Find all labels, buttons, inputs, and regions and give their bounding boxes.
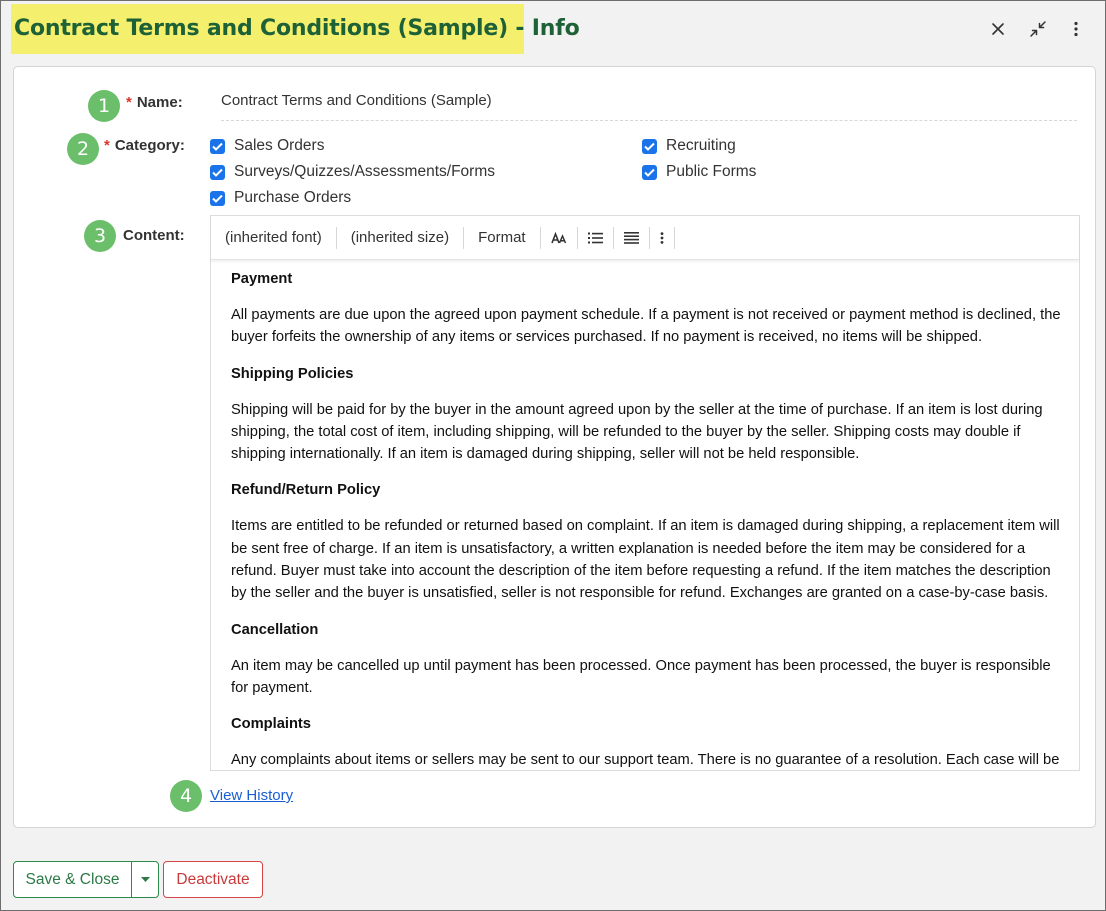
section-body: Items are entitled to be refunded or ret… (231, 518, 1060, 602)
editor-toolbar: (inherited font) (inherited size) Format (211, 216, 1079, 260)
required-mark: * (126, 94, 132, 111)
section-heading: Refund/Return Policy (231, 482, 381, 499)
section-body: Any complaints about items or sellers ma… (231, 752, 1060, 769)
step-badge-2: 2 (67, 133, 99, 165)
info-panel: 1 * Name: Contract Terms and Conditions (… (13, 66, 1096, 828)
more-vertical-icon (660, 231, 664, 244)
checkbox-label: Purchase Orders (234, 189, 352, 206)
rich-text-editor[interactable]: (inherited font) (inherited size) Format (210, 215, 1080, 771)
caret-down-icon (140, 877, 150, 882)
align-justify-icon (623, 231, 639, 244)
step-badge-4: 4 (170, 780, 202, 812)
checkbox-label: Recruiting (666, 137, 736, 154)
collapse-button[interactable] (1025, 16, 1051, 42)
save-close-split-button: Save & Close (13, 861, 159, 898)
category-checkbox-purchase-orders[interactable]: Purchase Orders (210, 189, 351, 207)
section-heading: Complaints (231, 716, 311, 733)
view-history-link[interactable]: View History (210, 787, 293, 804)
section-body: All payments are due upon the agreed upo… (231, 307, 1061, 346)
text-case-button[interactable] (541, 227, 577, 249)
section-heading: Shipping Policies (231, 365, 354, 382)
more-tools-button[interactable] (650, 227, 674, 249)
checkbox-label: Surveys/Quizzes/Assessments/Forms (234, 163, 495, 180)
font-family-dropdown[interactable]: (inherited font) (211, 227, 336, 249)
window-title: Contract Terms and Conditions (Sample) -… (14, 16, 580, 41)
checkbox-label: Public Forms (666, 163, 757, 180)
category-label: * Category: (104, 137, 185, 154)
name-field[interactable]: Contract Terms and Conditions (Sample) (221, 91, 1077, 121)
checkbox-checked-icon (642, 138, 657, 154)
checkbox-label: Sales Orders (234, 137, 325, 154)
checkbox-checked-icon (210, 164, 225, 180)
close-icon (992, 23, 1004, 35)
toolbar-divider (673, 226, 675, 249)
category-checkbox-recruiting[interactable]: Recruiting (642, 137, 736, 155)
more-options-button[interactable] (1063, 16, 1089, 42)
more-vertical-icon (1074, 21, 1078, 37)
checkbox-checked-icon (210, 190, 225, 206)
section-heading: Cancellation (231, 621, 319, 638)
align-justify-button[interactable] (614, 227, 649, 249)
close-button[interactable] (985, 16, 1011, 42)
editor-content[interactable]: Payment All payments are due upon the ag… (231, 264, 1066, 769)
save-options-dropdown[interactable] (132, 862, 158, 897)
category-checkbox-sales-orders[interactable]: Sales Orders (210, 137, 324, 155)
save-close-button[interactable]: Save & Close (14, 862, 132, 897)
name-label: * Name: (126, 94, 183, 111)
name-label-text: Name: (136, 94, 183, 111)
category-checkbox-public-forms[interactable]: Public Forms (642, 163, 756, 181)
section-body: An item may be cancelled up until paymen… (231, 657, 1051, 696)
format-dropdown[interactable]: Format (464, 227, 540, 249)
section-heading: Payment (231, 271, 293, 287)
required-mark: * (104, 137, 110, 154)
bullet-list-button[interactable] (578, 227, 613, 249)
section-body: Shipping will be paid for by the buyer i… (231, 401, 1043, 463)
name-value: Contract Terms and Conditions (Sample) (221, 92, 492, 109)
step-badge-3: 3 (84, 220, 116, 252)
category-checkbox-surveys[interactable]: Surveys/Quizzes/Assessments/Forms (210, 163, 495, 181)
text-case-icon (550, 231, 566, 243)
checkbox-checked-icon (642, 164, 657, 180)
checkbox-checked-icon (210, 138, 225, 154)
deactivate-button[interactable]: Deactivate (163, 861, 263, 898)
font-size-dropdown[interactable]: (inherited size) (337, 227, 463, 249)
bullet-list-icon (587, 232, 603, 243)
collapse-icon (1030, 21, 1046, 37)
content-label: Content: (123, 227, 185, 244)
category-label-text: Category: (114, 137, 185, 154)
step-badge-1: 1 (88, 90, 120, 122)
title-highlight: Contract Terms and Conditions (Sample) -… (11, 4, 580, 54)
